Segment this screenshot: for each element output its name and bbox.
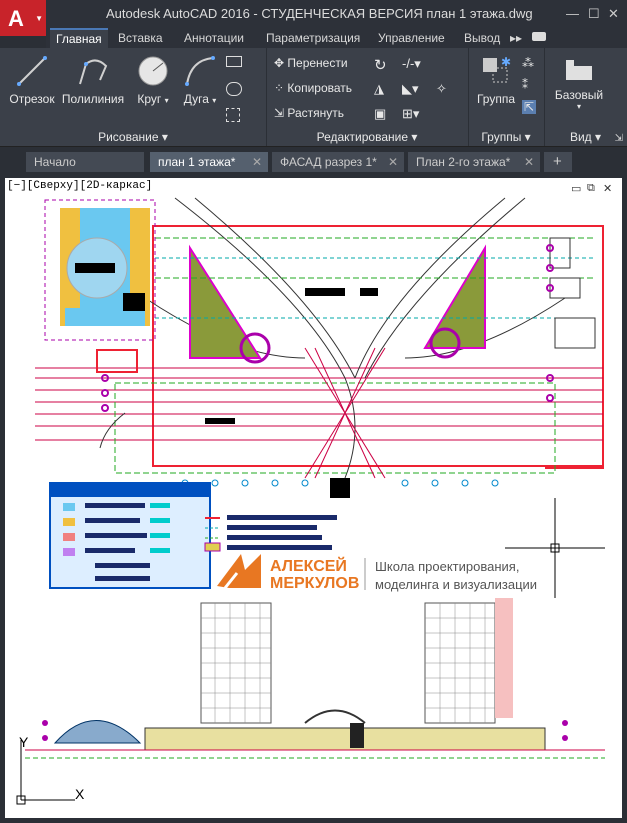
group-tool[interactable]: ✱ Группа	[474, 54, 518, 106]
view-panel: Базовый ▾ Вид ▾ ⇲	[544, 48, 627, 146]
chevron-down-icon: ▾	[164, 96, 169, 105]
draw-panel: Отрезок Полилиния Круг ▾ Дуга ▾ Рисовани…	[0, 48, 267, 146]
ucs-x-label: X	[75, 786, 85, 802]
close-button[interactable]: ✕	[608, 6, 619, 22]
expand-icon[interactable]: ⇲	[615, 133, 623, 144]
chevron-down-icon: ▼	[35, 14, 43, 23]
draw-panel-label[interactable]: Рисование ▾	[0, 130, 266, 144]
group-select-icon[interactable]: ⇱	[522, 100, 537, 114]
document-tabs: Начало план 1 этажа* ✕ ФАСАД разрез 1* ✕…	[0, 150, 627, 174]
ribbon: Отрезок Полилиния Круг ▾ Дуга ▾ Рисовани…	[0, 48, 627, 147]
doc-tab-floor2[interactable]: План 2-го этажа* ✕	[408, 152, 540, 172]
tab-output[interactable]: Вывод	[458, 29, 506, 47]
modify-panel: ✥ Перенести ⁘ Копировать ⇲ Растянуть ↻ -…	[266, 48, 469, 146]
base-view-icon	[566, 60, 592, 80]
watermark-tagline-line2: моделинга и визуализации	[375, 577, 538, 592]
base-view-label: Базовый	[554, 88, 604, 102]
viewport-close-icon[interactable]: ✕	[603, 182, 612, 195]
move-tool-label: Перенести	[287, 56, 348, 70]
move-tool[interactable]: ✥ Перенести	[274, 56, 348, 70]
tab-manage[interactable]: Управление	[372, 29, 451, 47]
ungroup-icon[interactable]: ⁂	[522, 56, 534, 70]
copy-tool-label: Копировать	[287, 81, 353, 95]
copy-tool[interactable]: ⁘ Копировать	[274, 81, 352, 95]
array-icon[interactable]: ⊞▾	[402, 106, 419, 122]
doc-tab-label: план 1 этажа*	[158, 155, 236, 169]
doc-tab-facade[interactable]: ФАСАД разрез 1* ✕	[272, 152, 404, 172]
ribbon-tabs: Главная Вставка Аннотации Параметризация…	[46, 28, 627, 48]
arc-tool-label: Дуга	[183, 92, 209, 106]
copy-icon: ⁘	[274, 81, 285, 95]
window-title: Autodesk AutoCAD 2016 - СТУДЕНЧЕСКАЯ ВЕР…	[106, 6, 533, 21]
doc-tab-label: Начало	[34, 155, 76, 169]
rectangle-icon[interactable]	[226, 56, 242, 67]
circle-icon	[138, 56, 168, 86]
drawing-canvas[interactable]: [−][Сверху][2D-каркас] АЛЕКСЕЙ МЕРКУЛОВ …	[5, 178, 622, 818]
drawing-svg	[16, 197, 605, 805]
stretch-icon: ⇲	[274, 106, 285, 120]
fillet-icon[interactable]: ◣▾	[402, 81, 419, 97]
autocad-logo-icon: A	[8, 6, 24, 31]
group-tool-label: Группа	[476, 92, 516, 106]
viewport-restore-icon[interactable]: ⧉	[587, 182, 595, 195]
region-icon[interactable]	[226, 108, 240, 122]
modify-panel-label[interactable]: Редактирование ▾	[266, 130, 468, 144]
viewport-minimize-icon[interactable]: ▭	[571, 182, 581, 195]
move-icon: ✥	[274, 56, 285, 70]
base-view-tool[interactable]: Базовый ▾	[554, 56, 604, 111]
group-edit-icon[interactable]: ⁑	[522, 78, 528, 92]
hatch-icon[interactable]	[226, 82, 242, 96]
inset-plan	[44, 199, 156, 341]
minimize-button[interactable]: —	[566, 6, 579, 21]
more-tabs-button[interactable]: ▸▸	[504, 29, 528, 47]
polyline-tool-label: Полилиния	[61, 92, 125, 106]
legend-table	[49, 482, 211, 589]
stretch-tool[interactable]: ⇲ Растянуть	[274, 106, 344, 120]
line-icon	[17, 56, 47, 86]
doc-tab-floor1[interactable]: план 1 этажа* ✕	[150, 152, 268, 172]
close-icon[interactable]: ✕	[388, 152, 398, 172]
scale-icon[interactable]: ▣	[374, 106, 386, 122]
tab-insert[interactable]: Вставка	[112, 29, 169, 47]
groups-panel: ✱ Группа ⁂ ⁑ ⇱ Группы ▾	[468, 48, 545, 146]
watermark-name-line2: МЕРКУЛОВ	[270, 575, 360, 592]
title-bar: A ▼ Autodesk AutoCAD 2016 - СТУДЕНЧЕСКАЯ…	[0, 0, 627, 36]
line-tool[interactable]: Отрезок	[6, 54, 58, 106]
doc-tab-start[interactable]: Начало	[26, 152, 144, 172]
svg-text:✱: ✱	[501, 55, 511, 69]
trim-icon[interactable]: -/-▾	[402, 56, 421, 72]
chevron-down-icon: ▾	[576, 102, 581, 111]
chevron-down-icon: ▾	[212, 96, 217, 105]
new-tab-button[interactable]: +	[544, 152, 572, 172]
doc-tab-label: План 2-го этажа*	[416, 155, 511, 169]
watermark-name-line1: АЛЕКСЕЙ	[270, 558, 347, 575]
mirror-icon[interactable]: ◮	[374, 81, 384, 97]
close-icon[interactable]: ✕	[252, 152, 262, 172]
explode-icon[interactable]: ✧	[436, 81, 447, 97]
road-legend	[204, 515, 337, 552]
tab-parametric[interactable]: Параметризация	[260, 29, 366, 47]
doc-tab-label: ФАСАД разрез 1*	[280, 155, 377, 169]
maximize-button[interactable]: ☐	[588, 6, 600, 22]
tab-annotate[interactable]: Аннотации	[178, 29, 250, 47]
group-icon: ✱	[483, 55, 511, 83]
tab-home[interactable]: Главная	[50, 28, 108, 48]
facade-elevation	[25, 598, 605, 759]
arc-tool[interactable]: Дуга ▾	[180, 54, 220, 106]
watermark-tagline-line1: Школа проектирования,	[375, 559, 520, 574]
polyline-tool[interactable]: Полилиния	[58, 54, 128, 106]
circle-tool[interactable]: Круг ▾	[132, 54, 174, 106]
close-icon[interactable]: ✕	[524, 152, 534, 172]
arc-icon	[185, 56, 215, 86]
polyline-icon	[79, 59, 108, 85]
line-tool-label: Отрезок	[9, 92, 55, 106]
groups-panel-label[interactable]: Группы ▾	[468, 130, 544, 144]
minimize-ribbon-icon[interactable]	[532, 32, 546, 41]
application-menu-button[interactable]: A ▼	[0, 0, 46, 36]
stretch-tool-label: Растянуть	[287, 106, 345, 120]
rotate-icon[interactable]: ↻	[374, 56, 387, 74]
circle-tool-label: Круг	[137, 92, 162, 106]
ucs-y-label: Y	[19, 734, 29, 750]
